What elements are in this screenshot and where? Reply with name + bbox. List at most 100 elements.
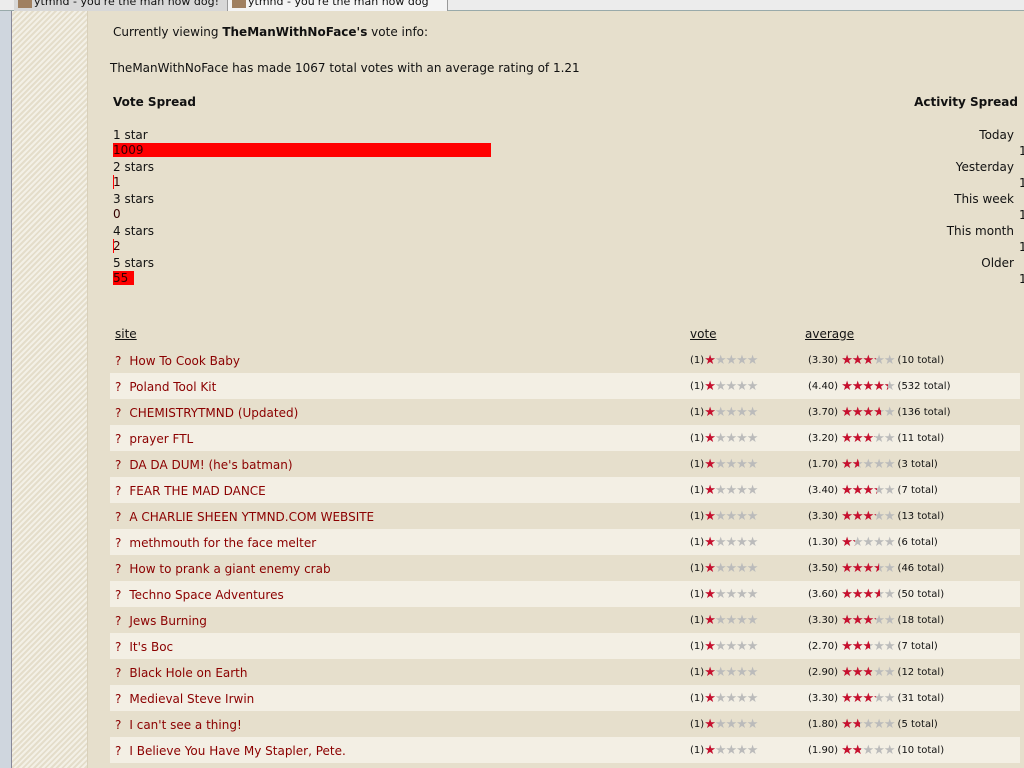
site-link[interactable]: ? I Believe You Have My Stapler, Pete. — [115, 744, 346, 758]
site-link[interactable]: ? Techno Space Adventures — [115, 588, 284, 602]
vote-spread-label: 5 stars — [113, 256, 154, 270]
average-rating: (3.20) ★★★★★★★★★★(11 total) — [808, 431, 945, 446]
table-row: ? Black Hole on Earth (1)★★★★★★★★★★ (2.90… — [110, 659, 1020, 685]
vote-value: 1 — [693, 589, 701, 600]
vote-spread-label: 1 star — [113, 128, 148, 142]
vote-summary: TheManWithNoFace has made 1067 total vot… — [110, 61, 580, 75]
activity-label: Older — [981, 256, 1014, 270]
main-content: Currently viewing TheManWithNoFace's vot… — [100, 11, 1024, 768]
site-link[interactable]: ? Poland Tool Kit — [115, 380, 216, 394]
average-stars-icon: ★★★★★★★★★★ — [841, 561, 895, 576]
activity-value: 1 — [1019, 176, 1024, 190]
favicon-icon — [18, 0, 32, 8]
vote-value: 1 — [693, 719, 701, 730]
help-icon: ? — [115, 666, 122, 680]
user-vote: (1)★★★★★★★★★★ — [690, 353, 758, 368]
site-title: Medieval Steve Irwin — [129, 692, 255, 706]
table-row: ? Techno Space Adventures (1)★★★★★★★★★★ (… — [110, 581, 1020, 607]
sort-by-site-link[interactable]: site — [115, 327, 137, 341]
site-link[interactable]: ? Jews Burning — [115, 614, 207, 628]
site-link[interactable]: ? FEAR THE MAD DANCE — [115, 484, 266, 498]
table-row: ? prayer FTL (1)★★★★★★★★★★ (3.20) ★★★★★★★… — [110, 425, 1020, 451]
help-icon: ? — [115, 562, 122, 576]
vote-value: 1 — [693, 693, 701, 704]
help-icon: ? — [115, 354, 122, 368]
average-stars-icon: ★★★★★★★★★★ — [841, 353, 895, 368]
vote-stars-icon: ★★★★★★★★★★ — [704, 431, 758, 446]
average-rating: (2.70) ★★★★★★★★★★(7 total) — [808, 639, 938, 654]
average-rating: (1.90) ★★★★★★★★★★(10 total) — [808, 743, 945, 758]
table-row: ? Jews Burning (1)★★★★★★★★★★ (3.30) ★★★★★… — [110, 607, 1020, 633]
table-row: ? How to prank a giant enemy crab (1)★★★★… — [110, 555, 1020, 581]
activity-label: Yesterday — [955, 160, 1014, 174]
site-title: How To Cook Baby — [129, 354, 240, 368]
help-icon: ? — [115, 380, 122, 394]
table-row: ? Medieval Steve Irwin (1)★★★★★★★★★★ (3.3… — [110, 685, 1020, 711]
average-stars-icon: ★★★★★★★★★★ — [841, 405, 895, 420]
vote-stars-icon: ★★★★★★★★★★ — [704, 587, 758, 602]
vote-spread-label: 3 stars — [113, 192, 154, 206]
site-title: Techno Space Adventures — [129, 588, 284, 602]
site-link[interactable]: ? How To Cook Baby — [115, 354, 240, 368]
site-link[interactable]: ? I can't see a thing! — [115, 718, 242, 732]
average-rating: (3.40) ★★★★★★★★★★(7 total) — [808, 483, 938, 498]
help-icon: ? — [115, 744, 122, 758]
sort-by-vote-link[interactable]: vote — [690, 327, 717, 341]
vote-stars-icon: ★★★★★★★★★★ — [704, 405, 758, 420]
user-vote: (1)★★★★★★★★★★ — [690, 691, 758, 706]
average-rating: (3.50) ★★★★★★★★★★(46 total) — [808, 561, 945, 576]
site-title: A CHARLIE SHEEN YTMND.COM WEBSITE — [129, 510, 375, 524]
vote-value: 1 — [693, 667, 701, 678]
vote-value: 1 — [693, 433, 701, 444]
site-link[interactable]: ? Black Hole on Earth — [115, 666, 248, 680]
table-row: ? CHEMISTRYTMND (Updated) (1)★★★★★★★★★★ (… — [110, 399, 1020, 425]
activity-label: Today — [979, 128, 1014, 142]
vote-stars-icon: ★★★★★★★★★★ — [704, 717, 758, 732]
user-vote: (1)★★★★★★★★★★ — [690, 431, 758, 446]
vote-stars-icon: ★★★★★★★★★★ — [704, 535, 758, 550]
site-link[interactable]: ? DA DA DUM! (he's batman) — [115, 458, 293, 472]
site-link[interactable]: ? prayer FTL — [115, 432, 193, 446]
vote-total: 11 total — [901, 433, 941, 444]
site-link[interactable]: ? Medieval Steve Irwin — [115, 692, 254, 706]
vote-spread-count: 0 — [113, 207, 121, 221]
vote-value: 1 — [693, 563, 701, 574]
help-icon: ? — [115, 406, 122, 420]
site-link[interactable]: ? methmouth for the face melter — [115, 536, 316, 550]
site-link[interactable]: ? How to prank a giant enemy crab — [115, 562, 331, 576]
average-stars-icon: ★★★★★★★★★★ — [841, 431, 895, 446]
site-title: Poland Tool Kit — [129, 380, 217, 394]
average-rating: (3.30) ★★★★★★★★★★(10 total) — [808, 353, 945, 368]
site-title: FEAR THE MAD DANCE — [129, 484, 266, 498]
site-link[interactable]: ? A CHARLIE SHEEN YTMND.COM WEBSITE — [115, 510, 374, 524]
vote-stars-icon: ★★★★★★★★★★ — [704, 561, 758, 576]
user-vote: (1)★★★★★★★★★★ — [690, 561, 758, 576]
activity-spread-title: Activity Spread — [914, 95, 1018, 109]
browser-tab-active[interactable]: ytmnd - you're the man now dog — [228, 0, 448, 11]
average-stars-icon: ★★★★★★★★★★ — [841, 743, 895, 758]
vote-total: 31 total — [901, 693, 941, 704]
average-rating: (3.30) ★★★★★★★★★★(18 total) — [808, 613, 945, 628]
vote-value: 1 — [693, 407, 701, 418]
vote-total: 7 total — [901, 641, 934, 652]
favicon-icon — [232, 0, 246, 8]
vote-stars-icon: ★★★★★★★★★★ — [704, 613, 758, 628]
vote-total: 50 total — [901, 589, 941, 600]
user-vote: (1)★★★★★★★★★★ — [690, 743, 758, 758]
vote-total: 136 total — [901, 407, 947, 418]
vote-stars-icon: ★★★★★★★★★★ — [704, 639, 758, 654]
vote-stars-icon: ★★★★★★★★★★ — [704, 743, 758, 758]
average-stars-icon: ★★★★★★★★★★ — [841, 379, 895, 394]
site-title: How to prank a giant enemy crab — [129, 562, 331, 576]
site-link[interactable]: ? CHEMISTRYTMND (Updated) — [115, 406, 298, 420]
vote-value: 1 — [693, 511, 701, 522]
site-link[interactable]: ? It's Boc — [115, 640, 173, 654]
site-title: prayer FTL — [129, 432, 194, 446]
vote-spread-label: 4 stars — [113, 224, 154, 238]
sort-by-average-link[interactable]: average — [805, 327, 854, 341]
browser-tab[interactable]: ytmnd - you're the man now dog! — [14, 0, 228, 11]
average-rating: (1.30) ★★★★★★★★★★(6 total) — [808, 535, 938, 550]
vote-spread-bar: 1 — [113, 175, 121, 189]
table-row: ? How To Cook Baby (1)★★★★★★★★★★ (3.30) ★… — [110, 347, 1020, 373]
average-stars-icon: ★★★★★★★★★★ — [841, 691, 895, 706]
